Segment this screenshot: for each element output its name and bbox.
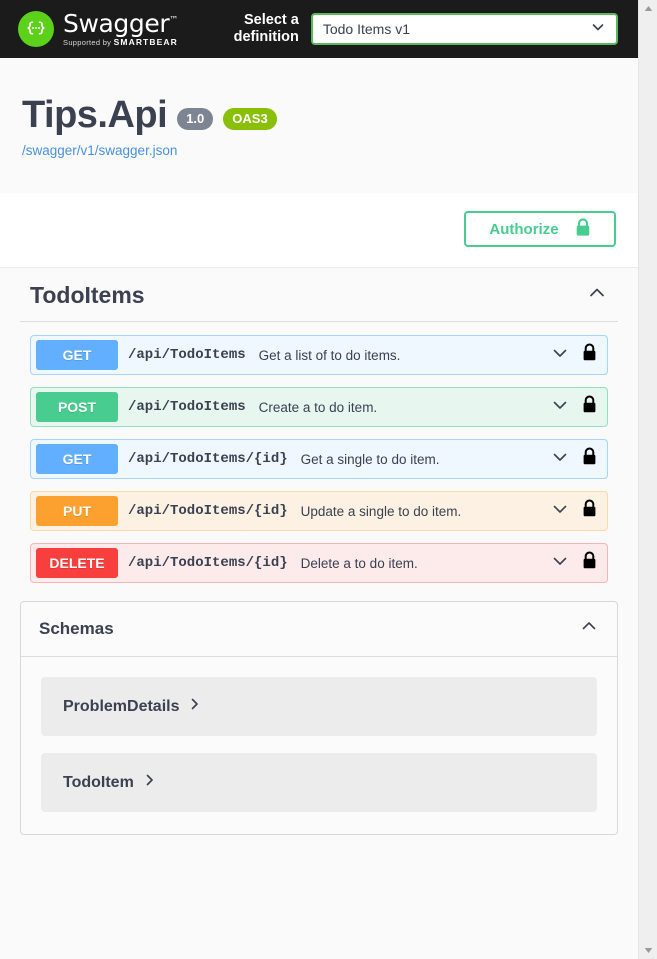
operation-row[interactable]: GET /api/TodoItems Get a list of to do i… (30, 335, 608, 375)
operation-path: /api/TodoItems (128, 399, 246, 415)
chevron-down-icon[interactable] (550, 447, 570, 472)
authorize-button[interactable]: Authorize (464, 211, 616, 247)
chevron-down-icon[interactable] (550, 343, 570, 368)
swagger-wordmark: Swagger™ (63, 9, 178, 39)
scroll-down-arrow-icon[interactable] (639, 942, 657, 959)
page-title: Tips.Api (22, 94, 168, 136)
authorize-bar: Authorize (0, 193, 638, 268)
trademark-mark: ™ (169, 15, 178, 26)
swagger-ui-page: Swagger™ Supported by SMARTBEAR Select a… (0, 0, 657, 959)
definition-select[interactable]: Todo Items v1 (310, 13, 618, 45)
chevron-right-icon[interactable] (189, 697, 201, 716)
schemas-title: Schemas (39, 618, 114, 638)
lock-icon[interactable] (582, 343, 597, 367)
operation-summary: Get a single to do item. (300, 451, 440, 467)
definition-select-value: Todo Items v1 (322, 21, 410, 37)
supported-by-text: Supported by SMARTBEAR (63, 37, 178, 48)
operation-path: /api/TodoItems/{id} (128, 503, 288, 519)
tag-header-todoitems[interactable]: TodoItems (20, 282, 618, 322)
authorize-button-label: Authorize (489, 220, 559, 238)
operation-method-badge: GET (36, 340, 118, 370)
schema-name: TodoItem (63, 773, 134, 791)
tag-name: TodoItems (30, 282, 145, 308)
schema-row[interactable]: ProblemDetails (41, 677, 597, 736)
lock-icon[interactable] (582, 447, 597, 471)
spec-url-link[interactable]: /swagger/v1/swagger.json (22, 143, 618, 158)
lock-icon[interactable] (582, 499, 597, 523)
operation-path: /api/TodoItems/{id} (128, 451, 288, 467)
api-title-row: Tips.Api 1.0 OAS3 (22, 96, 618, 134)
operations-list: GET /api/TodoItems Get a list of to do i… (20, 322, 618, 583)
lock-icon[interactable] (582, 551, 597, 575)
tag-section-todoitems: TodoItems GET /api/TodoItems Get a list … (8, 268, 630, 583)
api-info: Tips.Api 1.0 OAS3 /swagger/v1/swagger.js… (0, 58, 638, 193)
operation-method-badge: DELETE (36, 548, 118, 578)
page-viewport: Swagger™ Supported by SMARTBEAR Select a… (0, 0, 638, 959)
smartbear-brand: SMARTBEAR (113, 37, 178, 48)
operation-method-badge: GET (36, 444, 118, 474)
operation-row[interactable]: POST /api/TodoItems Create a to do item. (30, 387, 608, 427)
chevron-down-icon[interactable] (550, 395, 570, 420)
lock-icon[interactable] (582, 395, 597, 419)
operation-path: /api/TodoItems/{id} (128, 555, 288, 571)
chevron-right-icon[interactable] (144, 773, 156, 792)
topbar: Swagger™ Supported by SMARTBEAR Select a… (0, 0, 638, 58)
schemas-header[interactable]: Schemas (21, 602, 617, 657)
chevron-down-icon[interactable] (550, 499, 570, 524)
oas-version-badge: OAS3 (223, 108, 277, 130)
scroll-up-arrow-icon[interactable] (639, 0, 657, 17)
swagger-logo-icon (18, 11, 54, 47)
api-body: TodoItems GET /api/TodoItems Get a list … (0, 268, 638, 835)
chevron-down-icon[interactable] (550, 551, 570, 576)
definition-selector: Select a definition Todo Items v1 (213, 12, 638, 45)
swagger-logo-link[interactable]: Swagger™ Supported by SMARTBEAR (18, 11, 178, 47)
schemas-section: Schemas ProblemDetails TodoItem (20, 601, 618, 835)
operation-row[interactable]: DELETE /api/TodoItems/{id} Delete a to d… (30, 543, 608, 583)
operation-summary: Update a single to do item. (300, 503, 462, 519)
swagger-logo-text: Swagger™ Supported by SMARTBEAR (63, 11, 178, 47)
operation-row[interactable]: PUT /api/TodoItems/{id} Update a single … (30, 491, 608, 531)
operation-summary: Get a list of to do items. (258, 347, 401, 363)
schema-row[interactable]: TodoItem (41, 753, 597, 812)
lock-icon (575, 217, 591, 241)
page-scrollbar[interactable] (638, 0, 657, 959)
schema-name: ProblemDetails (63, 697, 180, 715)
chevron-up-icon[interactable] (579, 616, 599, 641)
schemas-list: ProblemDetails TodoItem (21, 657, 617, 834)
definition-select-label: Select a definition (233, 12, 299, 45)
operation-method-badge: PUT (36, 496, 118, 526)
api-version-badge: 1.0 (177, 108, 214, 130)
operation-summary: Delete a to do item. (300, 555, 418, 571)
operation-method-badge: POST (36, 392, 118, 422)
operation-summary: Create a to do item. (258, 399, 378, 415)
operation-row[interactable]: GET /api/TodoItems/{id} Get a single to … (30, 439, 608, 479)
chevron-down-icon (590, 19, 606, 40)
chevron-up-icon[interactable] (586, 282, 608, 309)
operation-path: /api/TodoItems (128, 347, 246, 363)
